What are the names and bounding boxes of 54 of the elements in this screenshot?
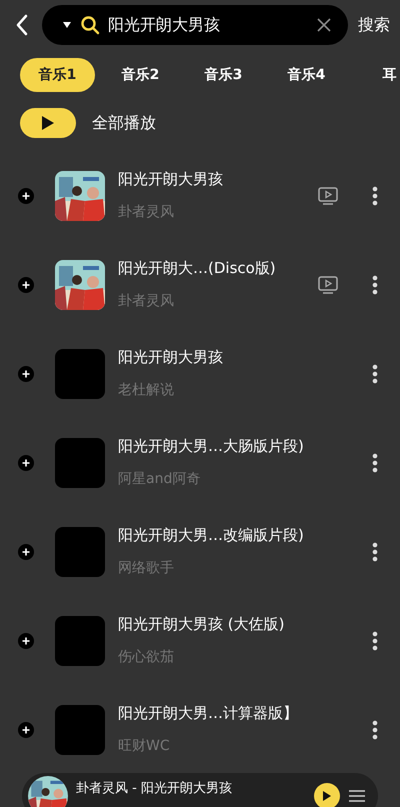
song-title[interactable]: 阳光开朗大男孩 xyxy=(118,170,318,189)
play-button[interactable] xyxy=(314,783,340,807)
add-icon[interactable] xyxy=(18,632,34,648)
song-artist: 旺财WC xyxy=(118,737,171,755)
play-all-label[interactable]: 全部播放 xyxy=(92,112,156,134)
more-icon[interactable] xyxy=(372,542,378,562)
add-icon[interactable] xyxy=(18,188,34,204)
song-artist: 伤心欲茄 xyxy=(118,648,175,666)
video-icon[interactable] xyxy=(318,276,338,294)
more-icon[interactable] xyxy=(372,452,378,472)
blank-cover xyxy=(55,438,105,488)
tab[interactable]: 音乐4 xyxy=(269,58,344,92)
search-field[interactable]: 阳光开朗大男孩 xyxy=(42,5,348,45)
now-playing-text: 卦者灵风 - 阳光开朗大男孩 xyxy=(76,780,233,797)
more-icon[interactable] xyxy=(372,274,378,294)
song-title[interactable]: 阳光开朗大…(Disco版) xyxy=(118,259,318,278)
song-title[interactable]: 阳光开朗大男…大肠版片段) xyxy=(118,437,318,456)
play-icon xyxy=(322,790,332,802)
tab[interactable]: 音乐1 xyxy=(20,58,95,92)
song-title[interactable]: 阳光开朗大男…改编版片段) xyxy=(118,526,318,545)
song-artist: 网络歌手 xyxy=(118,559,175,577)
tab[interactable]: 音乐2 xyxy=(103,58,178,92)
mini-player[interactable]: 卦者灵风 - 阳光开朗大男孩 xyxy=(22,773,378,807)
song-artist: 老杜解说 xyxy=(118,381,175,399)
dropdown-icon[interactable] xyxy=(62,21,72,29)
playlist-icon[interactable] xyxy=(348,789,366,803)
more-icon[interactable] xyxy=(372,186,378,206)
more-icon[interactable] xyxy=(372,720,378,740)
add-icon[interactable] xyxy=(18,722,34,738)
search-input[interactable]: 阳光开朗大男孩 xyxy=(108,16,308,34)
add-icon[interactable] xyxy=(18,276,34,292)
blank-cover xyxy=(55,348,105,398)
song-artist: 卦者灵风 xyxy=(118,292,175,310)
more-icon[interactable] xyxy=(372,364,378,384)
song-artist: 阿星and阿奇 xyxy=(118,470,202,488)
play-icon xyxy=(41,115,55,131)
add-icon[interactable] xyxy=(18,454,34,470)
search-icon xyxy=(80,15,100,35)
song-title[interactable]: 阳光开朗大男孩 (大佐版) xyxy=(118,615,318,634)
blank-cover xyxy=(55,616,105,666)
play-all-button[interactable] xyxy=(20,108,76,138)
video-icon[interactable] xyxy=(318,186,338,204)
blank-cover xyxy=(55,704,105,754)
tab[interactable]: 耳 xyxy=(352,58,400,92)
more-icon[interactable] xyxy=(372,630,378,650)
add-icon[interactable] xyxy=(18,544,34,560)
add-icon[interactable] xyxy=(18,366,34,382)
blank-cover xyxy=(55,526,105,576)
search-button[interactable]: 搜索 xyxy=(356,14,392,36)
clear-icon[interactable] xyxy=(316,17,332,33)
tab[interactable]: 音乐3 xyxy=(186,58,261,92)
song-title[interactable]: 阳光开朗大男…计算器版】 xyxy=(118,704,318,723)
song-title[interactable]: 阳光开朗大男孩 xyxy=(118,348,318,367)
song-artist: 卦者灵风 xyxy=(118,203,175,221)
